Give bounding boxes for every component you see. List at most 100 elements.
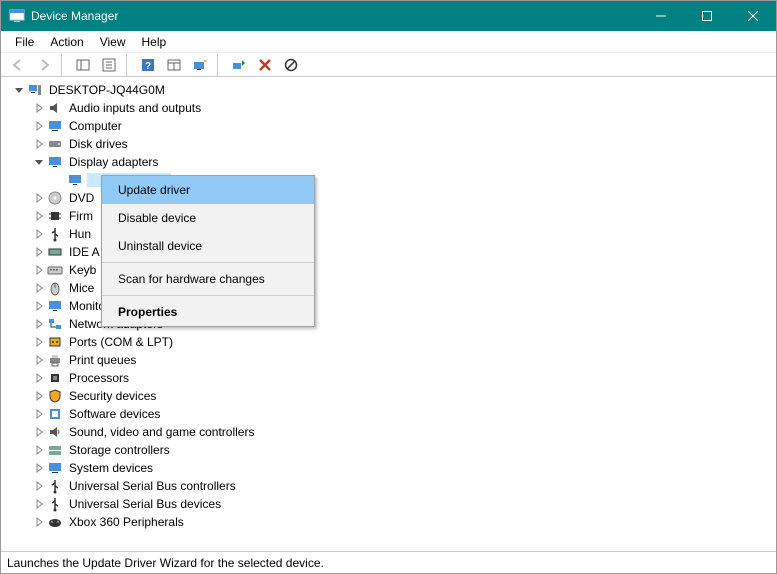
help-button[interactable]: ?	[135, 54, 161, 76]
chevron-right-icon[interactable]	[33, 516, 45, 528]
scan-hardware-button[interactable]	[187, 54, 213, 76]
category-label: Keyb	[67, 263, 98, 277]
close-button[interactable]	[730, 1, 776, 31]
tree-category[interactable]: System devices	[9, 459, 776, 477]
chevron-right-icon[interactable]	[33, 228, 45, 240]
disable-device-button[interactable]	[278, 54, 304, 76]
port-icon	[47, 334, 63, 350]
mouse-icon	[47, 280, 63, 296]
chevron-right-icon[interactable]	[33, 408, 45, 420]
root-label: DESKTOP-JQ44G0M	[47, 83, 167, 97]
minimize-button[interactable]	[638, 1, 684, 31]
keyboard-icon	[47, 262, 63, 278]
update-driver-button[interactable]	[226, 54, 252, 76]
svg-text:?: ?	[145, 61, 151, 72]
tree-category[interactable]: Storage controllers	[9, 441, 776, 459]
chevron-right-icon[interactable]	[33, 426, 45, 438]
chevron-right-icon[interactable]	[33, 480, 45, 492]
window-title: Device Manager	[31, 9, 118, 23]
toolbar-separator	[61, 54, 66, 76]
tree-category[interactable]: Disk drives	[9, 135, 776, 153]
chevron-right-icon[interactable]	[33, 192, 45, 204]
uninstall-device-button[interactable]	[252, 54, 278, 76]
tree-category[interactable]: Universal Serial Bus controllers	[9, 477, 776, 495]
usb-icon	[47, 496, 63, 512]
tree-category[interactable]: Audio inputs and outputs	[9, 99, 776, 117]
tree-category[interactable]: Print queues	[9, 351, 776, 369]
chevron-right-icon[interactable]	[33, 102, 45, 114]
device-tree[interactable]: DESKTOP-JQ44G0M Audio inputs and outputs C…	[1, 77, 776, 551]
storage-icon	[47, 442, 63, 458]
category-label: Computer	[67, 119, 124, 133]
chevron-right-icon[interactable]	[33, 462, 45, 474]
back-button[interactable]	[5, 54, 31, 76]
tree-root[interactable]: DESKTOP-JQ44G0M	[9, 81, 776, 99]
category-label: DVD	[67, 191, 96, 205]
usb-icon	[47, 226, 63, 242]
tree-category[interactable]: Computer	[9, 117, 776, 135]
chevron-right-icon[interactable]	[33, 210, 45, 222]
chevron-right-icon[interactable]	[33, 390, 45, 402]
menu-file[interactable]: File	[7, 33, 42, 51]
chevron-down-icon[interactable]	[13, 84, 25, 96]
category-label: IDE A	[67, 245, 102, 259]
tree-category[interactable]: Sound, video and game controllers	[9, 423, 776, 441]
category-label: Xbox 360 Peripherals	[67, 515, 186, 529]
app-icon	[9, 8, 25, 24]
category-label: Storage controllers	[67, 443, 172, 457]
tree-category[interactable]: Security devices	[9, 387, 776, 405]
menu-uninstall-device[interactable]: Uninstall device	[102, 232, 314, 260]
tree-category[interactable]: Processors	[9, 369, 776, 387]
tree-category[interactable]: Xbox 360 Peripherals	[9, 513, 776, 531]
category-label: Security devices	[67, 389, 158, 403]
status-bar: Launches the Update Driver Wizard for th…	[1, 551, 776, 573]
forward-button[interactable]	[31, 54, 57, 76]
properties-button[interactable]	[96, 54, 122, 76]
tree-category[interactable]: Software devices	[9, 405, 776, 423]
status-text: Launches the Update Driver Wizard for th…	[7, 556, 324, 570]
category-label: Firm	[67, 209, 95, 223]
menu-properties[interactable]: Properties	[102, 298, 314, 326]
menu-view[interactable]: View	[92, 33, 134, 51]
ide-icon	[47, 244, 63, 260]
category-label: Print queues	[67, 353, 138, 367]
menu-update-driver[interactable]: Update driver	[102, 176, 314, 204]
chevron-down-icon[interactable]	[33, 156, 45, 168]
computer-icon	[47, 118, 63, 134]
chevron-right-icon[interactable]	[33, 336, 45, 348]
tree-category[interactable]: Universal Serial Bus devices	[9, 495, 776, 513]
menu-separator	[102, 262, 314, 263]
pc-icon	[27, 82, 43, 98]
chevron-right-icon[interactable]	[33, 120, 45, 132]
category-label: Universal Serial Bus controllers	[67, 479, 238, 493]
chevron-right-icon[interactable]	[33, 246, 45, 258]
chevron-right-icon[interactable]	[33, 138, 45, 150]
chevron-right-icon[interactable]	[33, 444, 45, 456]
toolbar: ?	[1, 53, 776, 77]
menu-scan-hardware[interactable]: Scan for hardware changes	[102, 265, 314, 293]
chevron-right-icon[interactable]	[33, 498, 45, 510]
tree-category[interactable]: Display adapters	[9, 153, 776, 171]
chevron-right-icon[interactable]	[33, 372, 45, 384]
chevron-right-icon[interactable]	[33, 354, 45, 366]
menu-action[interactable]: Action	[42, 33, 91, 51]
category-label: Software devices	[67, 407, 162, 421]
monitor-icon	[67, 172, 83, 188]
spacer	[53, 174, 65, 186]
toolbar-separator	[217, 54, 222, 76]
menubar: File Action View Help	[1, 31, 776, 53]
security-icon	[47, 388, 63, 404]
chevron-right-icon[interactable]	[33, 318, 45, 330]
tree-category[interactable]: Ports (COM & LPT)	[9, 333, 776, 351]
category-label: System devices	[67, 461, 155, 475]
chevron-right-icon[interactable]	[33, 264, 45, 276]
show-hide-tree-button[interactable]	[70, 54, 96, 76]
chevron-right-icon[interactable]	[33, 300, 45, 312]
maximize-button[interactable]	[684, 1, 730, 31]
menu-disable-device[interactable]: Disable device	[102, 204, 314, 232]
usb-icon	[47, 478, 63, 494]
printer-icon	[47, 352, 63, 368]
action-grid-button[interactable]	[161, 54, 187, 76]
chevron-right-icon[interactable]	[33, 282, 45, 294]
menu-help[interactable]: Help	[134, 33, 175, 51]
